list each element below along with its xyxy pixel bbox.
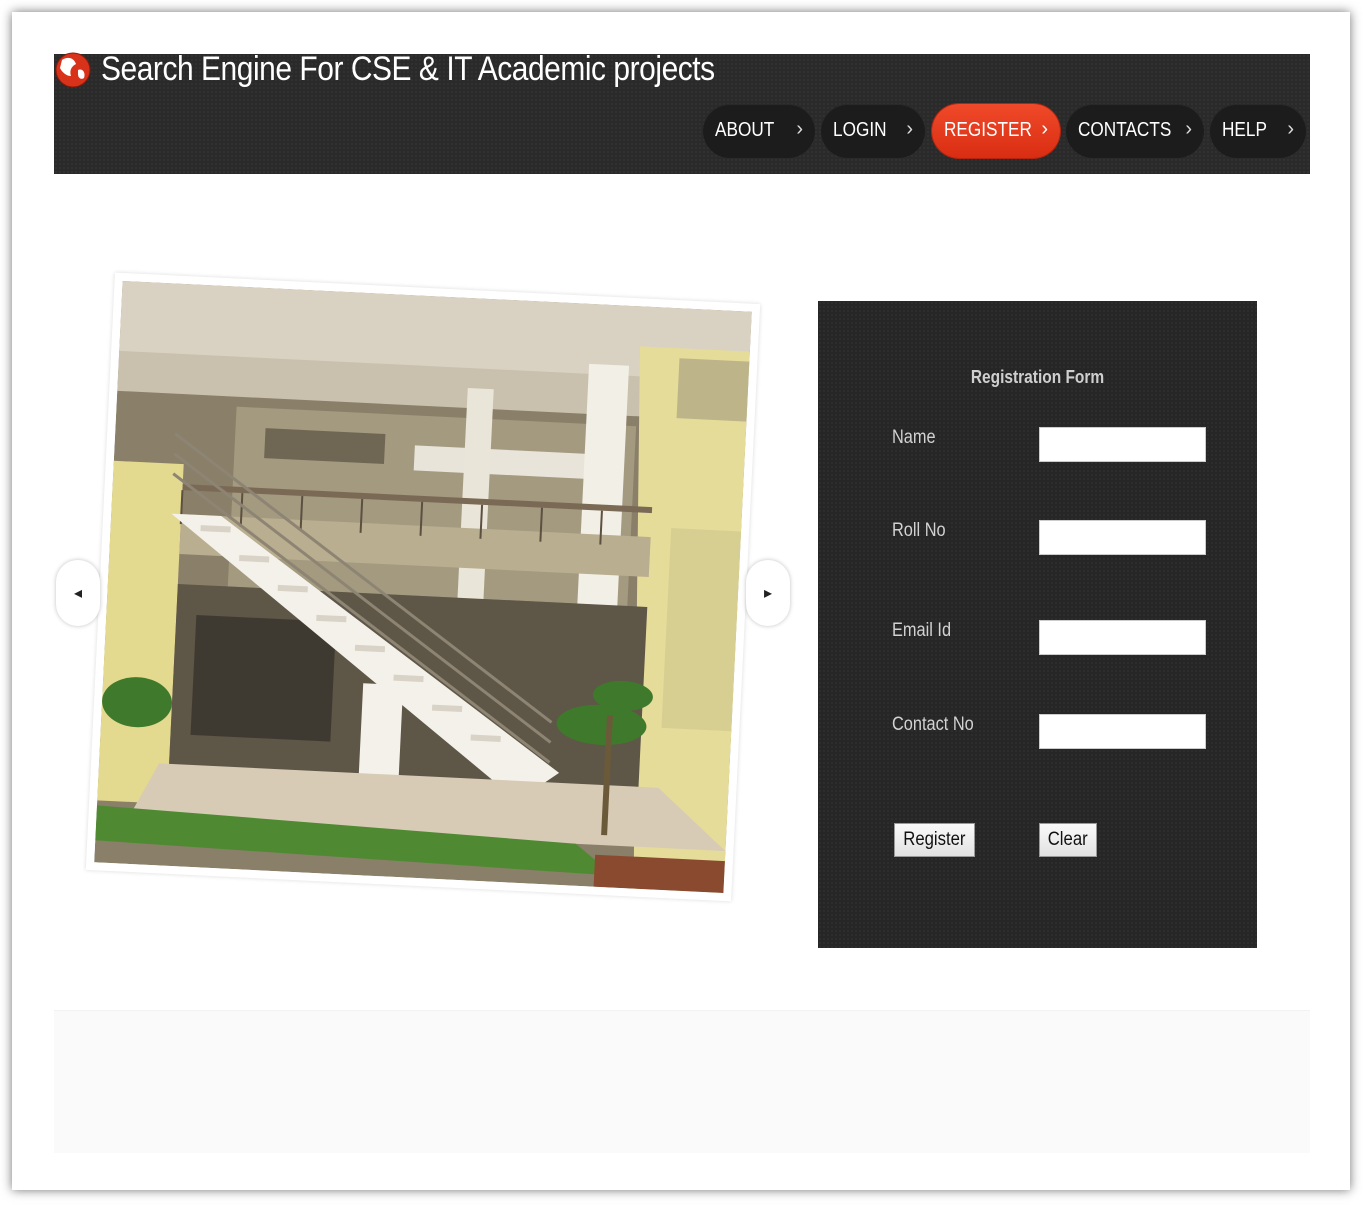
chevron-right-icon: › <box>906 118 913 140</box>
email-field[interactable] <box>1039 620 1206 655</box>
caret-left-icon: ◂ <box>73 585 83 602</box>
caret-right-icon: ▸ <box>763 585 773 602</box>
chevron-right-icon: › <box>796 118 803 140</box>
site-header: Search Engine For CSE & IT Academic proj… <box>54 50 1310 174</box>
nav-item-login[interactable]: LOGIN › <box>821 104 925 158</box>
nav-item-label: CONTACTS <box>1078 119 1172 141</box>
nav-item-label: HELP <box>1222 119 1267 141</box>
roll-no-label: Roll No <box>892 520 946 541</box>
slider-image <box>85 272 761 902</box>
name-label: Name <box>892 427 936 448</box>
register-button-label: Register <box>903 829 966 850</box>
nav-item-about[interactable]: ABOUT › <box>703 104 815 158</box>
nav-item-label: ABOUT <box>715 119 775 141</box>
name-field[interactable] <box>1039 427 1206 462</box>
globe-logo-icon[interactable] <box>54 50 92 90</box>
clear-button-label: Clear <box>1048 829 1088 850</box>
email-id-label: Email Id <box>892 620 952 641</box>
nav-item-help[interactable]: HELP › <box>1210 104 1306 158</box>
chevron-right-icon: › <box>1041 118 1048 140</box>
contact-no-label: Contact No <box>892 714 974 735</box>
form-title: Registration Form <box>818 367 1257 388</box>
nav-item-label: LOGIN <box>833 119 887 141</box>
campus-staircase-image <box>94 280 752 894</box>
slider-next-button[interactable]: ▸ <box>746 560 790 626</box>
site-title: Search Engine For CSE & IT Academic proj… <box>101 50 715 88</box>
page-footer <box>54 1010 1310 1153</box>
chevron-right-icon: › <box>1185 118 1192 140</box>
chevron-right-icon: › <box>1287 118 1294 140</box>
contact-no-field[interactable] <box>1039 714 1206 749</box>
form-title-text: Registration Form <box>970 367 1105 387</box>
roll-no-field[interactable] <box>1039 520 1206 555</box>
clear-button[interactable]: Clear <box>1039 823 1097 857</box>
nav-item-register[interactable]: REGISTER › <box>932 104 1060 158</box>
registration-form: Registration Form Name Roll No Email Id … <box>818 301 1257 948</box>
nav-item-label: REGISTER <box>944 119 1032 141</box>
register-button[interactable]: Register <box>894 823 975 857</box>
slider-prev-button[interactable]: ◂ <box>56 560 100 626</box>
nav-item-contacts[interactable]: CONTACTS › <box>1066 104 1204 158</box>
